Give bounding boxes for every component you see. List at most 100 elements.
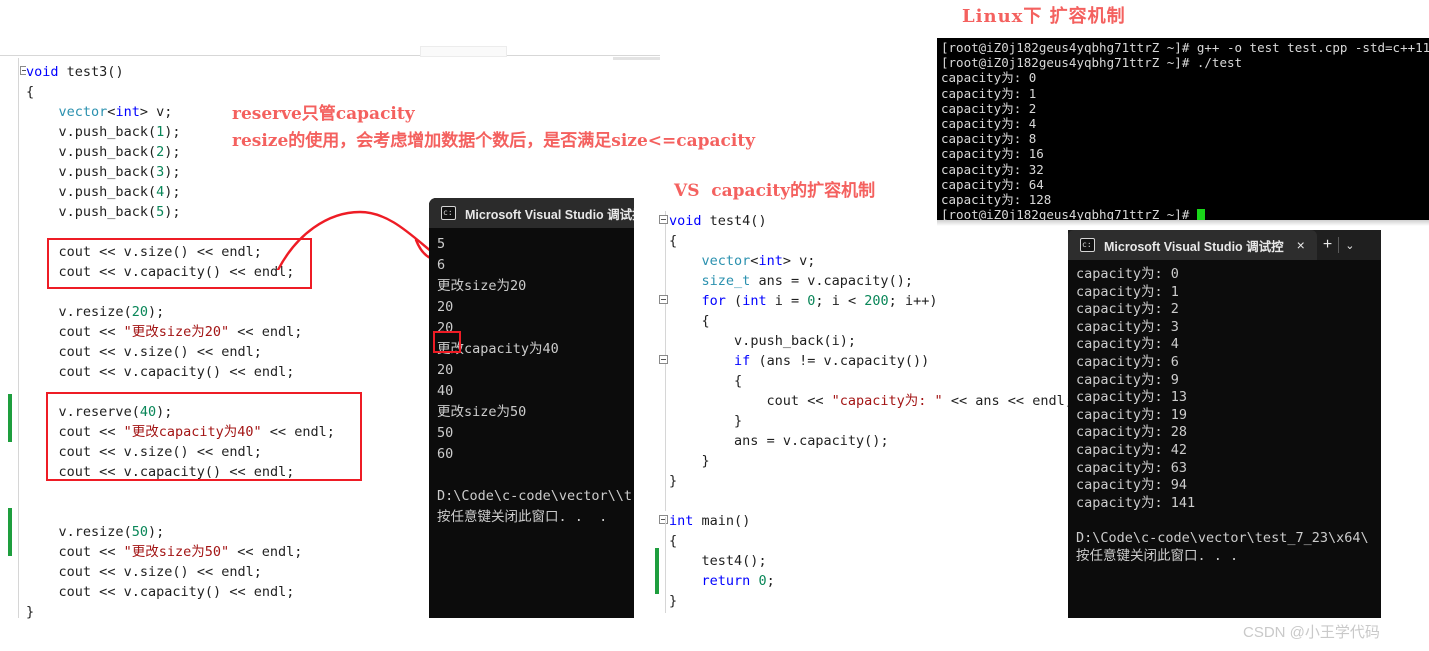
console-line: capacity为: 13: [1076, 389, 1188, 406]
console-line: capacity为: 2: [1076, 301, 1179, 318]
console-left-tab[interactable]: Microsoft Visual Studio 调试控: [429, 198, 634, 228]
code-line: cout << "更改size为50" << endl;: [58, 544, 303, 560]
console-line: capacity为: 28: [1076, 424, 1188, 441]
terminal-line: capacity为: 4: [941, 116, 1037, 132]
console-right-tab[interactable]: Microsoft Visual Studio 调试控 ×: [1068, 230, 1317, 260]
code-line: {: [669, 533, 678, 549]
code-line: size_t ans = v.capacity();: [701, 273, 913, 289]
console-line: capacity为: 4: [1076, 336, 1179, 353]
console-line: capacity为: 1: [1076, 283, 1179, 300]
change-bar: [655, 548, 659, 594]
console-left-titlebar[interactable]: Microsoft Visual Studio 调试控: [429, 198, 634, 228]
code-line: cout << v.size() << endl;: [58, 564, 262, 580]
fold-toggle-if[interactable]: [659, 355, 668, 364]
console-line: D:\Code\c-code\vector\\t: [437, 488, 633, 504]
right-editor[interactable]: void test4(){ vector<int> v; size_t ans …: [655, 205, 1075, 620]
code-line: }: [669, 473, 678, 489]
console-line: 按任意键关闭此窗口. . .: [437, 509, 608, 525]
csdn-watermark: CSDN @小王学代码: [1243, 624, 1380, 641]
terminal-output: [root@iZ0j182geus4yqbhg71ttrZ ~]# g++ -o…: [941, 40, 1429, 222]
window-chrome-hairline-tab: [420, 46, 507, 57]
code-line: }: [26, 604, 35, 620]
console-line: 20: [437, 362, 454, 378]
code-line: for (int i = 0; i < 200; i++): [701, 293, 938, 309]
code-line: v.reserve(40);: [58, 404, 173, 420]
console-line: capacity为: 141: [1076, 494, 1196, 511]
console-right-title: Microsoft Visual Studio 调试控: [1104, 239, 1284, 254]
console-line: 20: [437, 299, 454, 315]
terminal-line: capacity为: 8: [941, 131, 1037, 147]
linux-terminal[interactable]: [root@iZ0j182geus4yqbhg71ttrZ ~]# g++ -o…: [937, 38, 1429, 222]
code-line: test4();: [701, 553, 767, 569]
code-line: cout << v.capacity() << endl;: [58, 584, 295, 600]
code-line: v.resize(50);: [58, 524, 165, 540]
console-line: capacity为: 9: [1076, 371, 1179, 388]
code-line: if (ans != v.capacity()): [734, 353, 930, 369]
code-line: cout << "更改capacity为40" << endl;: [58, 424, 335, 440]
console-line: 更改capacity为40: [437, 341, 559, 357]
console-left-title: Microsoft Visual Studio 调试控: [465, 207, 634, 222]
terminal-drop-shadow: [937, 220, 1429, 226]
code-line: cout << v.capacity() << endl;: [58, 464, 295, 480]
console-right-output: capacity为: 0 capacity为: 1 capacity为: 2 capa…: [1068, 260, 1381, 565]
code-line: {: [701, 313, 710, 329]
code-line: cout << "更改size为20" << endl;: [58, 324, 303, 340]
code-line: v.push_back(i);: [734, 333, 857, 349]
console-line: 按任意键关闭此窗口. . .: [1076, 547, 1239, 564]
console-right-titlebar[interactable]: Microsoft Visual Studio 调试控 × + ⌄: [1068, 230, 1381, 260]
code-line: }: [734, 413, 743, 429]
code-line: return 0;: [701, 573, 775, 589]
window-chrome-hairline: [0, 55, 660, 56]
window-chrome-hairline-right: [613, 57, 660, 60]
change-bar: [8, 508, 12, 556]
terminal-line: [root@iZ0j182geus4yqbhg71ttrZ ~]# g++ -o…: [941, 40, 1429, 55]
code-line: cout << "capacity为: " << ans << endl;: [766, 393, 1073, 409]
console-line: capacity为: 0: [1076, 266, 1179, 282]
vs-debug-console-left[interactable]: Microsoft Visual Studio 调试控 5 6 更改size为20 2…: [429, 198, 634, 618]
terminal-line: capacity为: 0: [941, 70, 1037, 86]
console-line: capacity为: 6: [1076, 353, 1179, 370]
code-line: vector<int> v;: [701, 253, 816, 269]
fold-toggle-for[interactable]: [659, 295, 668, 304]
console-line: 20: [437, 320, 454, 336]
console-line: capacity为: 94: [1076, 477, 1188, 494]
note-vs-title: VS capacity的扩容机制: [674, 181, 876, 201]
code-line: cout << v.capacity() << endl;: [58, 364, 295, 380]
fold-toggle-main[interactable]: [659, 515, 668, 524]
right-code-text[interactable]: void test4(){ vector<int> v; size_t ans …: [669, 211, 1075, 611]
console-line: capacity为: 63: [1076, 459, 1188, 476]
code-line: {: [734, 373, 743, 389]
code-line: ans = v.capacity();: [734, 433, 889, 449]
code-line: v.resize(20);: [58, 304, 165, 320]
terminal-line: capacity为: 128: [941, 192, 1052, 208]
console-line: 更改size为20: [437, 278, 527, 294]
new-tab-icon[interactable]: +: [1317, 237, 1338, 253]
console-line: 更改size为50: [437, 404, 527, 420]
code-line: {: [669, 233, 678, 249]
console-line: capacity为: 3: [1076, 318, 1179, 335]
console-line: 5: [437, 236, 446, 252]
terminal-line: [root@iZ0j182geus4yqbhg71ttrZ ~]# ./test: [941, 55, 1243, 71]
vs-debug-console-right[interactable]: Microsoft Visual Studio 调试控 × + ⌄ capaci…: [1068, 230, 1381, 618]
terminal-line: capacity为: 1: [941, 85, 1037, 101]
editor-gutter-line-main: [665, 517, 666, 613]
code-line: }: [669, 593, 678, 609]
chevron-down-icon[interactable]: ⌄: [1339, 239, 1360, 252]
editor-gutter-line: [18, 58, 19, 618]
close-icon[interactable]: ×: [1293, 238, 1309, 252]
console-line: 50: [437, 425, 454, 441]
note-reserve-line1: reserve只管capacity: [232, 104, 415, 124]
console-line: capacity为: 42: [1076, 441, 1188, 458]
console-window-icon: [1080, 238, 1095, 252]
terminal-line: capacity为: 2: [941, 100, 1037, 116]
code-line: void test3(): [26, 64, 124, 80]
fold-toggle-test4[interactable]: [659, 215, 668, 224]
terminal-line: capacity为: 32: [941, 161, 1044, 177]
